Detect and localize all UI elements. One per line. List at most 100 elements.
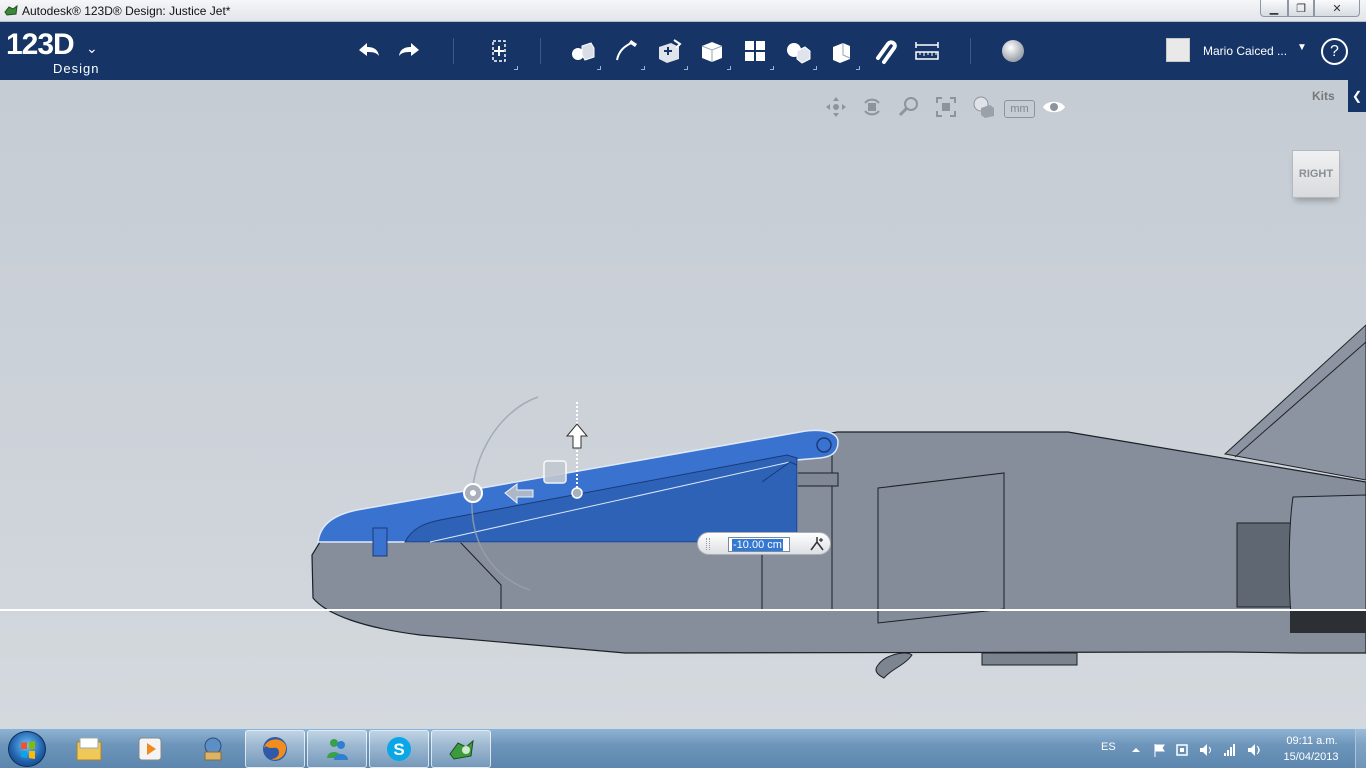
under-panel bbox=[981, 652, 1078, 666]
pan-icon bbox=[826, 97, 846, 117]
taskbar-skype[interactable]: S bbox=[369, 730, 429, 768]
combine-button[interactable] bbox=[824, 34, 860, 70]
modify-button[interactable] bbox=[695, 34, 731, 70]
canopy-tab bbox=[372, 527, 388, 557]
network-signal-icon[interactable] bbox=[1222, 742, 1238, 758]
avatar bbox=[1166, 38, 1190, 62]
orbit-button[interactable] bbox=[858, 94, 886, 120]
main-toolbar: 123D ⌄ Design Mario Caiced ... ▼ ? bbox=[0, 22, 1366, 80]
primitives-button[interactable] bbox=[565, 34, 601, 70]
distance-input-selected-text: -10.00 cm bbox=[732, 539, 783, 551]
taskbar-firefox[interactable] bbox=[245, 730, 305, 768]
taskbar-messenger[interactable] bbox=[307, 730, 367, 768]
3d-viewport[interactable]: mm Kits ❮ RIGHT -10.00 cm bbox=[0, 80, 1366, 728]
visibility-style-button[interactable] bbox=[969, 94, 997, 120]
pattern-icon bbox=[745, 41, 765, 61]
transform-icon bbox=[492, 40, 506, 62]
ruler-icon bbox=[915, 42, 939, 60]
tail-fin bbox=[1223, 324, 1366, 481]
messenger-icon bbox=[327, 739, 348, 760]
taskbar-123d-design[interactable] bbox=[431, 730, 491, 768]
device-icon[interactable] bbox=[1174, 742, 1190, 758]
material-sphere-icon bbox=[1002, 40, 1024, 62]
logo-subtext: Design bbox=[53, 61, 100, 76]
units-button[interactable]: mm bbox=[1004, 100, 1035, 118]
pattern-button[interactable] bbox=[738, 34, 774, 70]
grouping-icon bbox=[787, 43, 811, 64]
snap-settings-icon[interactable] bbox=[808, 535, 826, 553]
show-hidden-icons-icon[interactable] bbox=[1128, 742, 1144, 758]
app-menu-button[interactable]: 123D ⌄ Design bbox=[6, 28, 106, 76]
move-up-arrow bbox=[565, 423, 589, 449]
engine-exhaust bbox=[1290, 610, 1366, 633]
help-button[interactable]: ? bbox=[1321, 38, 1348, 65]
kits-label[interactable]: Kits bbox=[1312, 89, 1335, 103]
user-name: Mario Caiced ... bbox=[1203, 44, 1288, 58]
windows-taskbar: S ES 09:11 a.m. 15/04/2013 bbox=[0, 728, 1366, 768]
material-button[interactable] bbox=[996, 34, 1030, 68]
123d-design-icon bbox=[449, 739, 474, 760]
user-account-menu[interactable]: Mario Caiced ... ▼ bbox=[1166, 38, 1314, 64]
snap-button[interactable] bbox=[867, 34, 901, 68]
taskbar-media-player[interactable] bbox=[120, 730, 180, 768]
grip-handle[interactable] bbox=[706, 538, 710, 550]
svg-text:S: S bbox=[393, 740, 404, 759]
volume-icon[interactable] bbox=[1198, 742, 1214, 758]
program-icon bbox=[204, 737, 222, 761]
construct-button[interactable] bbox=[652, 34, 688, 70]
undo-button[interactable] bbox=[351, 34, 385, 68]
modify-icon bbox=[701, 42, 723, 62]
move-handle-dot bbox=[571, 487, 583, 499]
firefox-icon bbox=[263, 737, 287, 761]
show-desktop-button[interactable] bbox=[1355, 729, 1366, 768]
fit-icon bbox=[936, 97, 956, 117]
eye-icon bbox=[1043, 101, 1065, 113]
construct-icon bbox=[659, 39, 682, 63]
panel-door bbox=[877, 472, 1005, 624]
clock-time[interactable]: 09:11 a.m. bbox=[1284, 735, 1340, 747]
zoom-icon bbox=[898, 97, 918, 117]
sketch-icon bbox=[616, 40, 637, 61]
toolbar-separator bbox=[540, 38, 541, 64]
windows-logo-icon bbox=[21, 741, 35, 759]
skype-icon: S bbox=[387, 737, 411, 761]
combine-icon bbox=[833, 43, 851, 63]
media-player-icon bbox=[138, 737, 162, 761]
kits-panel-toggle[interactable]: ❮ bbox=[1348, 80, 1366, 112]
folder-icon bbox=[76, 737, 102, 761]
viewcube[interactable]: RIGHT bbox=[1292, 150, 1340, 198]
transform-button[interactable] bbox=[482, 34, 518, 70]
taskbar-explorer[interactable] bbox=[59, 730, 119, 768]
sketch-button[interactable] bbox=[609, 34, 645, 70]
side-bracket bbox=[796, 472, 839, 487]
start-button[interactable] bbox=[8, 731, 46, 767]
redo-button[interactable] bbox=[393, 34, 427, 68]
logo-text: 123D bbox=[6, 28, 75, 61]
measure-button[interactable] bbox=[910, 34, 944, 68]
pan-button[interactable] bbox=[822, 94, 850, 120]
orbit-icon bbox=[864, 98, 880, 116]
undo-icon bbox=[359, 43, 379, 56]
magnet-icon bbox=[876, 40, 897, 64]
maximize-button[interactable]: ❐ bbox=[1288, 0, 1314, 17]
fit-button[interactable] bbox=[932, 94, 960, 120]
grouping-button[interactable] bbox=[781, 34, 817, 70]
window-title: Autodesk® 123D® Design: Justice Jet* bbox=[22, 4, 231, 18]
clock-date[interactable]: 15/04/2013 bbox=[1278, 751, 1344, 763]
minimize-button[interactable]: ▁ bbox=[1260, 0, 1288, 17]
move-distance-box: -10.00 cm bbox=[697, 532, 831, 555]
toolbar-separator bbox=[453, 38, 454, 64]
visibility-button[interactable] bbox=[1040, 94, 1068, 120]
toolbar-separator bbox=[970, 38, 971, 64]
dropdown-arrow-icon: ▼ bbox=[1297, 42, 1307, 53]
close-button[interactable]: ✕ bbox=[1314, 0, 1360, 17]
taskbar-program[interactable] bbox=[183, 730, 243, 768]
action-center-flag-icon[interactable] bbox=[1152, 742, 1168, 758]
speaker-icon[interactable] bbox=[1246, 742, 1262, 758]
scale-handle bbox=[543, 460, 567, 484]
rotate-handle-center bbox=[470, 490, 476, 496]
language-indicator[interactable]: ES bbox=[1101, 741, 1116, 753]
redo-icon bbox=[399, 43, 419, 56]
zoom-button[interactable] bbox=[895, 94, 923, 120]
system-tray: ES 09:11 a.m. 15/04/2013 bbox=[1094, 729, 1366, 768]
